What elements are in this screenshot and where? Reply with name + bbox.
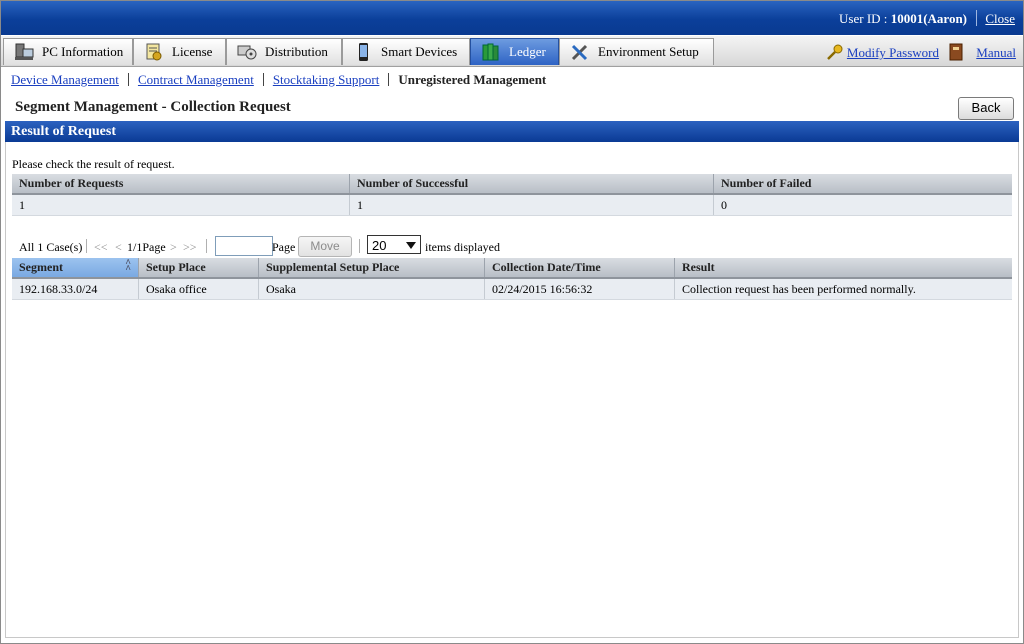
items-displayed-label: items displayed (425, 240, 500, 254)
subnav-divider (388, 73, 390, 86)
pager-divider (206, 239, 207, 253)
page-info: 1/1Page (127, 240, 166, 254)
tab-label: PC Information (42, 44, 124, 59)
chevron-down-icon (406, 242, 416, 249)
header-result[interactable]: Result (674, 258, 1012, 279)
device-management-link[interactable]: Device Management (11, 72, 119, 87)
page-label: Page (272, 240, 296, 254)
cell-collection-datetime: 02/24/2015 16:56:32 (484, 278, 675, 300)
license-icon (146, 43, 162, 61)
table-row: 192.168.33.0/24 Osaka office Osaka 02/24… (12, 278, 1012, 300)
distribution-icon (237, 45, 257, 60)
stocktaking-support-link[interactable]: Stocktaking Support (273, 72, 380, 87)
key-icon (827, 44, 843, 60)
items-per-page-select[interactable]: 20 (367, 235, 421, 254)
tab-pc-information[interactable]: PC Information (3, 38, 133, 65)
manual-book-icon (949, 43, 963, 61)
sort-ascending-icon: ^ ^ (125, 258, 131, 275)
prev-page-link[interactable]: < (115, 240, 122, 255)
header-divider (976, 10, 977, 26)
cell-setup-place: Osaka office (138, 278, 259, 300)
tab-ledger[interactable]: Ledger (470, 38, 559, 65)
header-collection-datetime[interactable]: Collection Date/Time (484, 258, 675, 279)
page-title: Segment Management - Collection Request (15, 99, 291, 115)
close-link[interactable]: Close (985, 11, 1015, 27)
tab-label: Distribution (265, 44, 328, 59)
last-page-link[interactable]: >> (183, 240, 197, 255)
tab-environment-setup[interactable]: Environment Setup (559, 38, 714, 65)
contract-management-link[interactable]: Contract Management (138, 72, 254, 87)
ledger-icon (482, 43, 499, 61)
summary-row: 1 1 0 (12, 194, 1012, 216)
user-id: User ID : 10001(Aaron) (839, 11, 967, 27)
cell-failed: 0 (713, 194, 1012, 216)
back-button[interactable]: Back (958, 97, 1014, 120)
summary-header-row: Number of Requests Number of Successful … (12, 174, 1012, 195)
header-supplemental-setup-place[interactable]: Supplemental Setup Place (258, 258, 485, 279)
header-number-of-successful: Number of Successful (349, 174, 714, 195)
header-segment-label: Segment (19, 260, 63, 274)
header-setup-place[interactable]: Setup Place (138, 258, 259, 279)
manual-link[interactable]: Manual (976, 45, 1016, 61)
summary-table: Number of Requests Number of Successful … (12, 174, 1012, 216)
user-id-label: User ID : (839, 11, 891, 26)
pc-icon (15, 43, 34, 60)
items-per-page-value: 20 (372, 238, 387, 253)
pager-divider (86, 239, 87, 253)
tab-license[interactable]: License (133, 38, 226, 65)
user-id-value: 10001(Aaron) (890, 11, 967, 26)
top-header-bar: User ID : 10001(Aaron) Close (1, 1, 1023, 35)
modify-password-link[interactable]: Modify Password (847, 45, 939, 61)
next-page-link[interactable]: > (170, 240, 177, 255)
section-header: Result of Request (5, 121, 1019, 142)
cell-segment: 192.168.33.0/24 (12, 278, 139, 300)
results-header-row: Segment ^ ^ Setup Place Supplemental Setu… (12, 258, 1012, 279)
first-page-link[interactable]: << (94, 240, 108, 255)
tab-label: License (172, 44, 213, 59)
cell-requests: 1 (12, 194, 350, 216)
tools-icon (571, 44, 588, 61)
result-message: Please check the result of request. (12, 157, 175, 171)
sub-navigation: Device Management Contract Management Stoc… (11, 72, 546, 88)
cell-successful: 1 (349, 194, 714, 216)
tab-distribution[interactable]: Distribution (226, 38, 342, 65)
tab-label: Environment Setup (598, 44, 699, 59)
tab-label: Ledger (509, 44, 546, 59)
unregistered-management-current: Unregistered Management (398, 72, 547, 87)
cell-result: Collection request has been performed no… (674, 278, 1012, 300)
smartphone-icon (359, 43, 368, 61)
tab-smart-devices[interactable]: Smart Devices (342, 38, 470, 65)
subnav-divider (262, 73, 264, 86)
case-count: All 1 Case(s) (19, 240, 83, 254)
move-button[interactable]: Move (298, 236, 352, 257)
content-panel (5, 142, 1019, 638)
header-number-of-requests: Number of Requests (12, 174, 350, 195)
page-number-input[interactable] (215, 236, 273, 256)
header-number-of-failed: Number of Failed (713, 174, 1012, 195)
results-table: Segment ^ ^ Setup Place Supplemental Setu… (12, 258, 1012, 300)
pager-divider (359, 239, 360, 253)
header-segment[interactable]: Segment ^ ^ (12, 258, 139, 279)
tab-label: Smart Devices (381, 44, 458, 59)
subnav-divider (127, 73, 129, 86)
cell-supplemental-setup-place: Osaka (258, 278, 485, 300)
